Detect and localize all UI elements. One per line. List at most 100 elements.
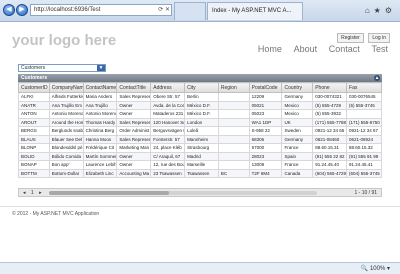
table-cell[interactable]: AROUT — [18, 117, 50, 127]
table-cell[interactable]: ALFKI — [18, 92, 50, 102]
table-cell[interactable]: 13008 — [248, 160, 283, 170]
table-cell[interactable]: Antonio Moreno — [82, 109, 118, 119]
menu-item-about[interactable]: About — [294, 44, 318, 54]
table-cell[interactable]: S-958 22 — [248, 126, 283, 136]
table-cell[interactable]: BERGS — [18, 126, 50, 136]
table-cell[interactable]: Berglunds snab — [48, 126, 84, 136]
table-cell[interactable]: France — [281, 143, 314, 153]
table-cell[interactable]: Germany — [281, 134, 314, 144]
table-row[interactable]: BOLID Bólido Comida Martín Sommer Owner C/ A… — [18, 151, 382, 161]
pager-controls[interactable]: ◂ 1 ▸ — [23, 189, 44, 197]
table-cell[interactable]: Ana Trujillo Em — [48, 100, 84, 110]
site-logo[interactable]: your logo here — [12, 32, 116, 49]
table-cell[interactable]: Sales Represen — [116, 92, 152, 102]
table-cell[interactable] — [217, 100, 250, 110]
table-cell[interactable]: UK — [281, 117, 314, 127]
table-cell[interactable]: Marketing Man — [116, 143, 152, 153]
table-cell[interactable]: WA1 1DP — [248, 117, 283, 127]
table-cell[interactable]: ANATR — [18, 100, 50, 110]
table-cell[interactable]: 12209 — [248, 92, 283, 102]
table-cell[interactable]: BC — [217, 168, 250, 178]
table-cell[interactable]: Frédérique Cit — [82, 143, 118, 153]
table-row[interactable]: BERGS Berglunds snab Christina Berg Order A… — [18, 126, 382, 136]
table-row[interactable]: ALFKIAlfreds FutterkisteMaria AndersSale… — [18, 92, 382, 102]
table-cell[interactable]: 88.60.15.31 — [312, 143, 348, 153]
column-header[interactable]: CustomerID — [18, 82, 50, 93]
table-cell[interactable]: 0621-08460 — [312, 134, 348, 144]
table-cell[interactable] — [217, 134, 250, 144]
table-cell[interactable]: BONAP — [18, 160, 50, 170]
table-cell[interactable]: Owner — [116, 109, 152, 119]
table-cell[interactable]: 120 Hanover Sq — [150, 117, 186, 127]
table-cell[interactable]: Berlin — [184, 92, 219, 102]
table-cell[interactable]: 23 Tsawassen — [150, 168, 186, 178]
column-header[interactable]: Region — [217, 82, 250, 93]
table-cell[interactable]: Mannheim — [184, 134, 219, 144]
table-cell[interactable]: BLAUS — [18, 134, 50, 144]
table-cell[interactable]: (5) 555-4729 — [312, 100, 348, 110]
table-cell[interactable]: 0921-12 34 67 — [346, 126, 382, 136]
table-cell[interactable]: 030-0074321 — [312, 92, 348, 102]
table-cell[interactable] — [217, 109, 250, 119]
table-cell[interactable]: Elizabeth Linc — [82, 168, 118, 178]
table-selector-combo[interactable]: Customers ▼ — [18, 64, 106, 72]
menu-item-home[interactable]: Home — [258, 44, 282, 54]
table-cell[interactable]: Mataderos 231 — [150, 109, 186, 119]
table-cell[interactable] — [217, 126, 250, 136]
table-cell[interactable]: 67000 — [248, 143, 283, 153]
table-cell[interactable]: 0921-12 34 65 — [312, 126, 348, 136]
table-cell[interactable]: Forsterstr. 57 — [150, 134, 186, 144]
table-cell[interactable]: Sales Represen — [116, 134, 152, 144]
collapse-icon[interactable]: ▴ — [374, 75, 380, 81]
table-cell[interactable]: Strasbourg — [184, 143, 219, 153]
table-cell[interactable]: México D.F. — [184, 109, 219, 119]
table-row[interactable]: ANTON Antonio Moreno Antonio Moreno Owner Ma… — [18, 109, 382, 119]
tab-index[interactable]: Index - My ASP.NET MVC A... — [207, 2, 303, 20]
table-cell[interactable]: Berguvsvägen 8 — [150, 126, 186, 136]
table-cell[interactable]: (91) 555 91 99 — [346, 151, 382, 161]
table-row[interactable]: BOTTM Bottom-Dollar Elizabeth Linc Accounti… — [18, 168, 382, 178]
table-cell[interactable]: Owner — [116, 160, 152, 170]
column-header[interactable]: PostalCode — [248, 82, 283, 93]
table-cell[interactable]: Bottom-Dollar — [48, 168, 84, 178]
table-cell[interactable]: Christina Berg — [82, 126, 118, 136]
table-cell[interactable]: Antonio Moreno — [48, 109, 84, 119]
table-cell[interactable] — [217, 160, 250, 170]
table-cell[interactable]: Tsawassen — [184, 168, 219, 178]
table-cell[interactable]: Marseille — [184, 160, 219, 170]
table-cell[interactable]: México D.F. — [184, 100, 219, 110]
table-cell[interactable]: (171) 555-6750 — [346, 117, 382, 127]
table-cell[interactable]: 91.24.45.40 — [312, 160, 348, 170]
table-cell[interactable] — [217, 117, 250, 127]
table-cell[interactable] — [217, 92, 250, 102]
table-cell[interactable]: (5) 555-3745 — [346, 100, 382, 110]
column-header[interactable]: CompanyName — [48, 82, 84, 93]
register-link[interactable]: Register — [337, 33, 364, 43]
table-row[interactable]: ANATR Ana Trujillo Em Ana Trujillo Owner Avd… — [18, 100, 382, 110]
column-header[interactable]: Fax — [346, 82, 382, 93]
table-cell[interactable]: (604) 555-3745 — [346, 168, 382, 178]
table-cell[interactable]: Avda. de la Con — [150, 100, 186, 110]
table-cell[interactable]: Laurence Lebih — [82, 160, 118, 170]
table-cell[interactable]: 0621-08924 — [346, 134, 382, 144]
login-link[interactable]: Log in — [368, 33, 390, 43]
column-header[interactable]: City — [184, 82, 219, 93]
column-header[interactable]: Phone — [312, 82, 348, 93]
table-cell[interactable]: Owner — [116, 151, 152, 161]
table-cell[interactable]: Ana Trujillo — [82, 100, 118, 110]
table-cell[interactable]: BLONP — [18, 143, 50, 153]
table-cell[interactable]: Bon app' — [48, 160, 84, 170]
horizontal-scrollbar[interactable] — [49, 191, 317, 195]
table-cell[interactable]: Canada — [281, 168, 314, 178]
table-cell[interactable]: (604) 555-4729 — [312, 168, 348, 178]
table-cell[interactable]: Accounting Ma — [116, 168, 152, 178]
table-cell[interactable] — [217, 143, 250, 153]
refresh-icon[interactable]: ⟳ ✕ — [150, 4, 172, 16]
browser-tools-icons[interactable]: ⌂★⚙ — [365, 6, 396, 15]
column-header[interactable]: Country — [281, 82, 314, 93]
table-cell[interactable]: Blauer See Del — [48, 134, 84, 144]
table-cell[interactable]: Sales Represen — [116, 117, 152, 127]
menu-item-contact[interactable]: Contact — [329, 44, 360, 54]
table-cell[interactable]: 12, rue des Bou — [150, 160, 186, 170]
table-cell[interactable]: 28023 — [248, 151, 283, 161]
